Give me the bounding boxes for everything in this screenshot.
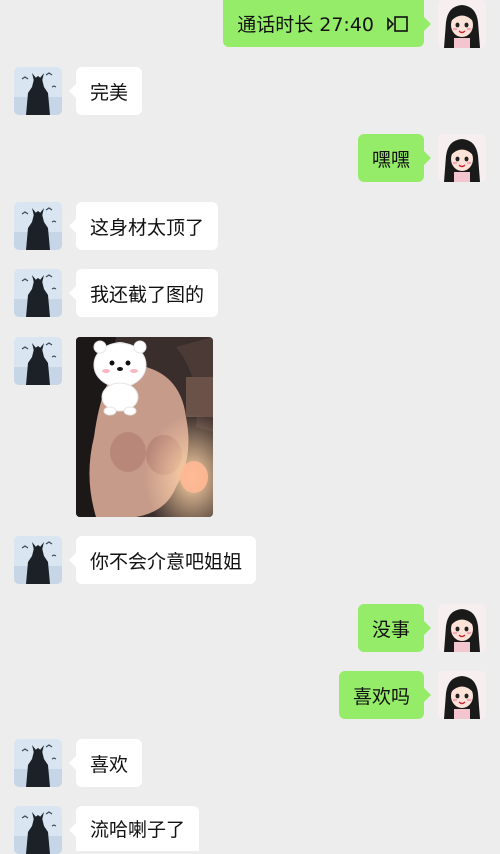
avatar-self[interactable] (438, 671, 486, 719)
message-bubble[interactable]: 嘿嘿 (357, 134, 432, 182)
image-message[interactable] (76, 337, 213, 517)
message-bubble[interactable]: 你不会介意吧姐姐 (68, 536, 257, 584)
message-bubble-call-duration[interactable]: 通话时长 27:40 (223, 0, 431, 47)
message-bubble[interactable]: 完美 (68, 67, 143, 115)
avatar-contact[interactable] (14, 337, 62, 385)
avatar-self[interactable] (438, 0, 486, 48)
message-bubble[interactable]: 我还截了图的 (68, 269, 219, 317)
avatar-contact[interactable] (14, 269, 62, 317)
message-text: 通话时长 27:40 (237, 14, 374, 36)
avatar-self[interactable] (438, 134, 486, 182)
message-text: 这身材太顶了 (90, 216, 205, 239)
message-bubble[interactable]: 喜欢 (68, 739, 143, 787)
message-bubble[interactable]: 这身材太顶了 (68, 202, 219, 250)
avatar-self[interactable] (438, 604, 486, 652)
bear-sticker-icon (93, 340, 147, 416)
message-text: 嘿嘿 (371, 148, 410, 171)
message-bubble[interactable]: 没事 (357, 604, 432, 652)
avatar-contact[interactable] (14, 67, 62, 115)
avatar-contact[interactable] (14, 806, 62, 854)
video-call-icon (386, 15, 410, 33)
avatar-contact[interactable] (14, 202, 62, 250)
message-text: 我还截了图的 (90, 283, 205, 306)
message-text: 喜欢吗 (352, 685, 410, 708)
message-text: 流哈喇子了 (90, 819, 186, 841)
message-text: 你不会介意吧姐姐 (90, 550, 243, 573)
avatar-contact[interactable] (14, 739, 62, 787)
message-text: 没事 (371, 618, 410, 641)
message-bubble[interactable]: 流哈喇子了 (68, 806, 200, 851)
message-bubble[interactable]: 喜欢吗 (338, 671, 432, 719)
message-text: 喜欢 (90, 753, 129, 776)
message-text: 完美 (90, 81, 129, 104)
avatar-contact[interactable] (14, 536, 62, 584)
